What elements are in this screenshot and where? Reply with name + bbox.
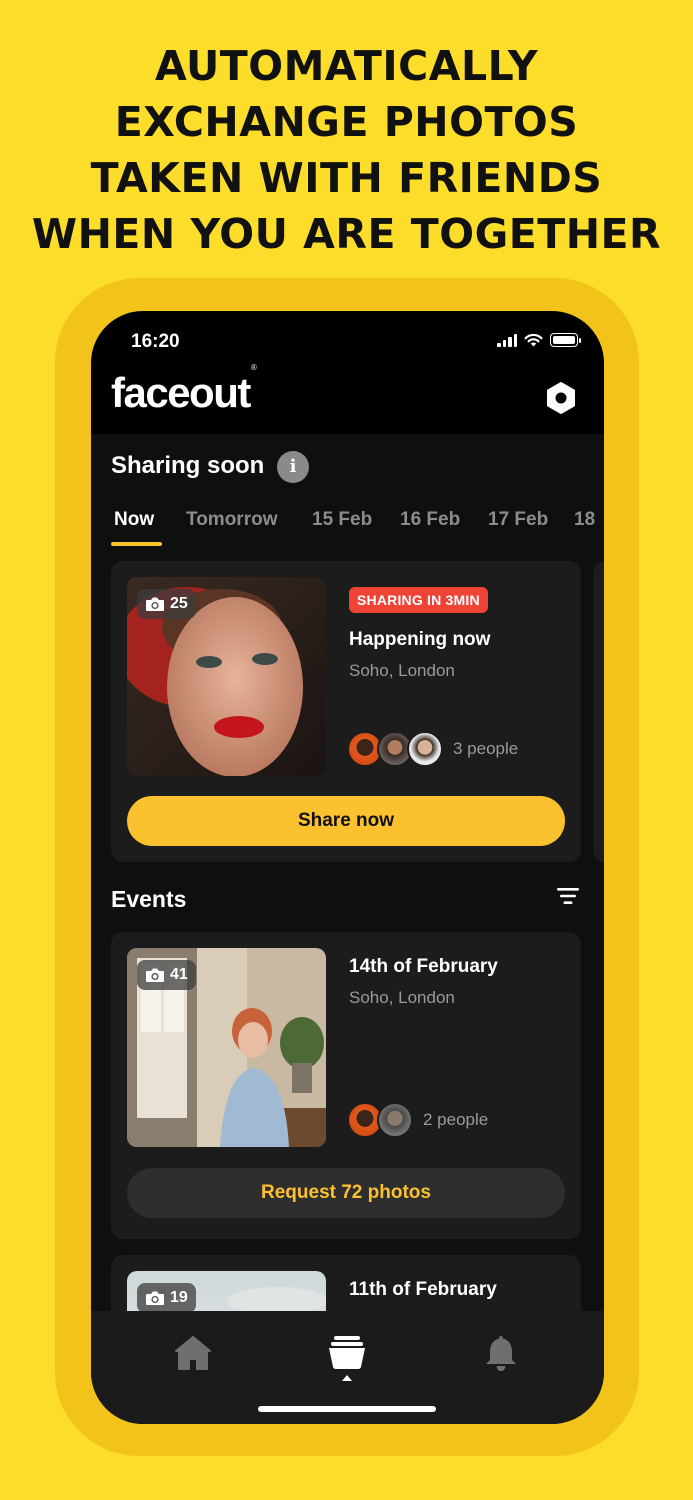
event-photo[interactable]: 25: [127, 577, 326, 776]
status-time: 16:20: [131, 331, 180, 352]
tab-now[interactable]: Now: [114, 509, 154, 531]
next-card-peek[interactable]: [593, 561, 604, 862]
headline-line-3: TAKEN WITH FRIENDS: [90, 154, 603, 202]
avatar: [377, 1102, 413, 1138]
settings-hexagon-icon[interactable]: [544, 381, 578, 415]
events-stack-icon[interactable]: [327, 1333, 367, 1373]
participants[interactable]: 3 people: [347, 731, 518, 767]
headline-line-4: WHEN YOU ARE TOGETHER: [31, 210, 662, 258]
bottom-tab-bar: [91, 1311, 604, 1424]
participants[interactable]: 2 people: [347, 1102, 488, 1138]
logo-text: faceout: [111, 369, 251, 416]
active-tab-caret-icon: [342, 1375, 352, 1381]
wifi-icon: [524, 333, 543, 347]
headline-line-1: AUTOMATICALLY: [154, 42, 539, 90]
event-photo[interactable]: 41: [127, 948, 326, 1147]
active-tab-indicator: [111, 542, 162, 546]
headline-line-2: EXCHANGE PHOTOS: [114, 98, 579, 146]
share-now-button[interactable]: Share now: [127, 796, 565, 846]
tab-15-feb[interactable]: 15 Feb: [312, 509, 372, 531]
home-indicator[interactable]: [258, 1406, 436, 1412]
sharing-timer-badge: SHARING IN 3MIN: [349, 587, 488, 613]
people-count: 3 people: [453, 739, 519, 758]
event-card[interactable]: 19 11th of February: [111, 1255, 581, 1311]
event-card[interactable]: 41 14th of February Soho, London 2 peopl…: [111, 932, 581, 1239]
bell-icon[interactable]: [481, 1333, 521, 1373]
main-content[interactable]: Sharing soon i Now Tomorrow 15 Feb 16 Fe…: [91, 434, 604, 1311]
photo-count-badge: 25: [137, 589, 196, 619]
photo-count-badge: 19: [137, 1283, 196, 1311]
avatar: [407, 731, 443, 767]
logo-registered-mark: ®: [250, 363, 257, 372]
filter-icon[interactable]: [556, 886, 580, 906]
card-title: Happening now: [349, 629, 491, 650]
happening-now-card[interactable]: 25 SHARING IN 3MIN Happening now Soho, L…: [111, 561, 581, 862]
phone-screen: 16:20 faceout® Sharing soon i Now Tomorr…: [91, 311, 604, 1424]
photo-count: 41: [170, 966, 188, 983]
sharing-soon-title: Sharing soon: [111, 452, 265, 479]
status-icons: [497, 333, 581, 347]
tab-17-feb[interactable]: 17 Feb: [488, 509, 548, 531]
marketing-headline: AUTOMATICALLY EXCHANGE PHOTOS TAKEN WITH…: [0, 38, 693, 262]
home-icon[interactable]: [173, 1333, 213, 1373]
photo-count-badge: 41: [137, 960, 196, 990]
people-count: 2 people: [423, 1110, 489, 1129]
cellular-signal-icon: [497, 333, 517, 347]
tab-tomorrow[interactable]: Tomorrow: [186, 509, 277, 531]
photo-count: 25: [170, 595, 188, 612]
camera-icon: [146, 968, 164, 982]
photo-count: 19: [170, 1289, 188, 1306]
request-photos-button[interactable]: Request 72 photos: [127, 1168, 565, 1218]
tab-18-feb[interactable]: 18: [574, 509, 595, 531]
event-location: Soho, London: [349, 988, 455, 1007]
camera-icon: [146, 597, 164, 611]
tab-16-feb[interactable]: 16 Feb: [400, 509, 460, 531]
camera-icon: [146, 1291, 164, 1305]
info-icon[interactable]: i: [277, 451, 309, 483]
battery-icon: [550, 333, 581, 347]
event-title: 14th of February: [349, 956, 498, 977]
card-location: Soho, London: [349, 661, 455, 680]
events-title: Events: [111, 886, 187, 912]
app-logo: faceout®: [111, 363, 257, 417]
event-title: 11th of February: [349, 1279, 497, 1300]
event-photo[interactable]: 19: [127, 1271, 326, 1311]
